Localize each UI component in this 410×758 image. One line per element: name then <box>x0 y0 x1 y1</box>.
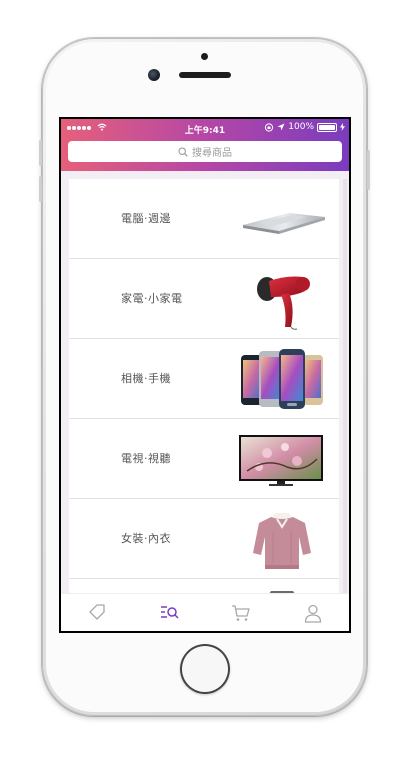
category-label: 電視·視聽 <box>121 452 171 465</box>
hair-dryer-image <box>257 276 310 330</box>
category-area: 電腦·週邊 家電·小家電 相機·手機 電視·視聽 女裝·內衣 <box>61 171 349 593</box>
television-image <box>239 435 323 486</box>
tab-tags[interactable] <box>61 594 133 631</box>
search-input[interactable]: 搜尋商品 <box>68 141 342 162</box>
category-row-partial[interactable] <box>69 579 339 593</box>
tab-bar <box>61 593 349 631</box>
volume-button <box>39 140 42 166</box>
scrollbar[interactable] <box>343 179 347 593</box>
app-screen: 上午9:41 100% 搜尋商品 電腦·週邊 家電·小家電 相機·手機 電視·視… <box>61 119 349 631</box>
category-label: 女裝·內衣 <box>121 532 171 545</box>
cart-icon <box>232 605 250 621</box>
status-right: 100% <box>264 122 345 132</box>
category-row-tv-audio[interactable]: 電視·視聽 <box>69 419 339 499</box>
power-button <box>367 150 370 190</box>
category-label: 電腦·週邊 <box>121 212 171 225</box>
tag-icon <box>89 604 105 620</box>
screen: 上午9:41 100% 搜尋商品 電腦·週邊 家電·小家電 相機·手機 電視·視… <box>59 117 351 633</box>
tab-profile[interactable] <box>277 594 349 631</box>
battery-percent: 100% <box>288 122 314 132</box>
smartphones-image <box>241 349 323 409</box>
header: 上午9:41 100% 搜尋商品 <box>61 119 349 171</box>
volume-button <box>39 176 42 202</box>
screen-lock-icon <box>265 122 274 132</box>
status-bar: 上午9:41 100% <box>61 119 349 137</box>
tab-categories[interactable] <box>133 594 205 631</box>
category-row-cameras-phones[interactable]: 相機·手機 <box>69 339 339 419</box>
earpiece-speaker <box>179 72 231 78</box>
tab-cart[interactable] <box>205 594 277 631</box>
proximity-sensor <box>201 53 208 60</box>
search-icon <box>178 146 188 157</box>
sweater-image <box>253 513 311 569</box>
location-icon <box>277 123 285 131</box>
category-label: 相機·手機 <box>121 372 171 385</box>
battery-icon <box>317 122 337 132</box>
front-camera-icon <box>148 69 160 81</box>
category-list[interactable]: 電腦·週邊 家電·小家電 相機·手機 電視·視聽 女裝·內衣 <box>69 179 339 593</box>
user-icon <box>304 604 322 623</box>
category-row-computers[interactable]: 電腦·週邊 <box>69 179 339 259</box>
laptop-image <box>243 213 325 234</box>
home-button[interactable] <box>180 644 230 694</box>
category-search-icon <box>161 606 179 619</box>
category-row-appliances[interactable]: 家電·小家電 <box>69 259 339 339</box>
category-row-womens-wear[interactable]: 女裝·內衣 <box>69 499 339 579</box>
search-placeholder: 搜尋商品 <box>192 148 232 159</box>
charging-icon <box>340 123 345 131</box>
category-label: 家電·小家電 <box>121 292 183 305</box>
